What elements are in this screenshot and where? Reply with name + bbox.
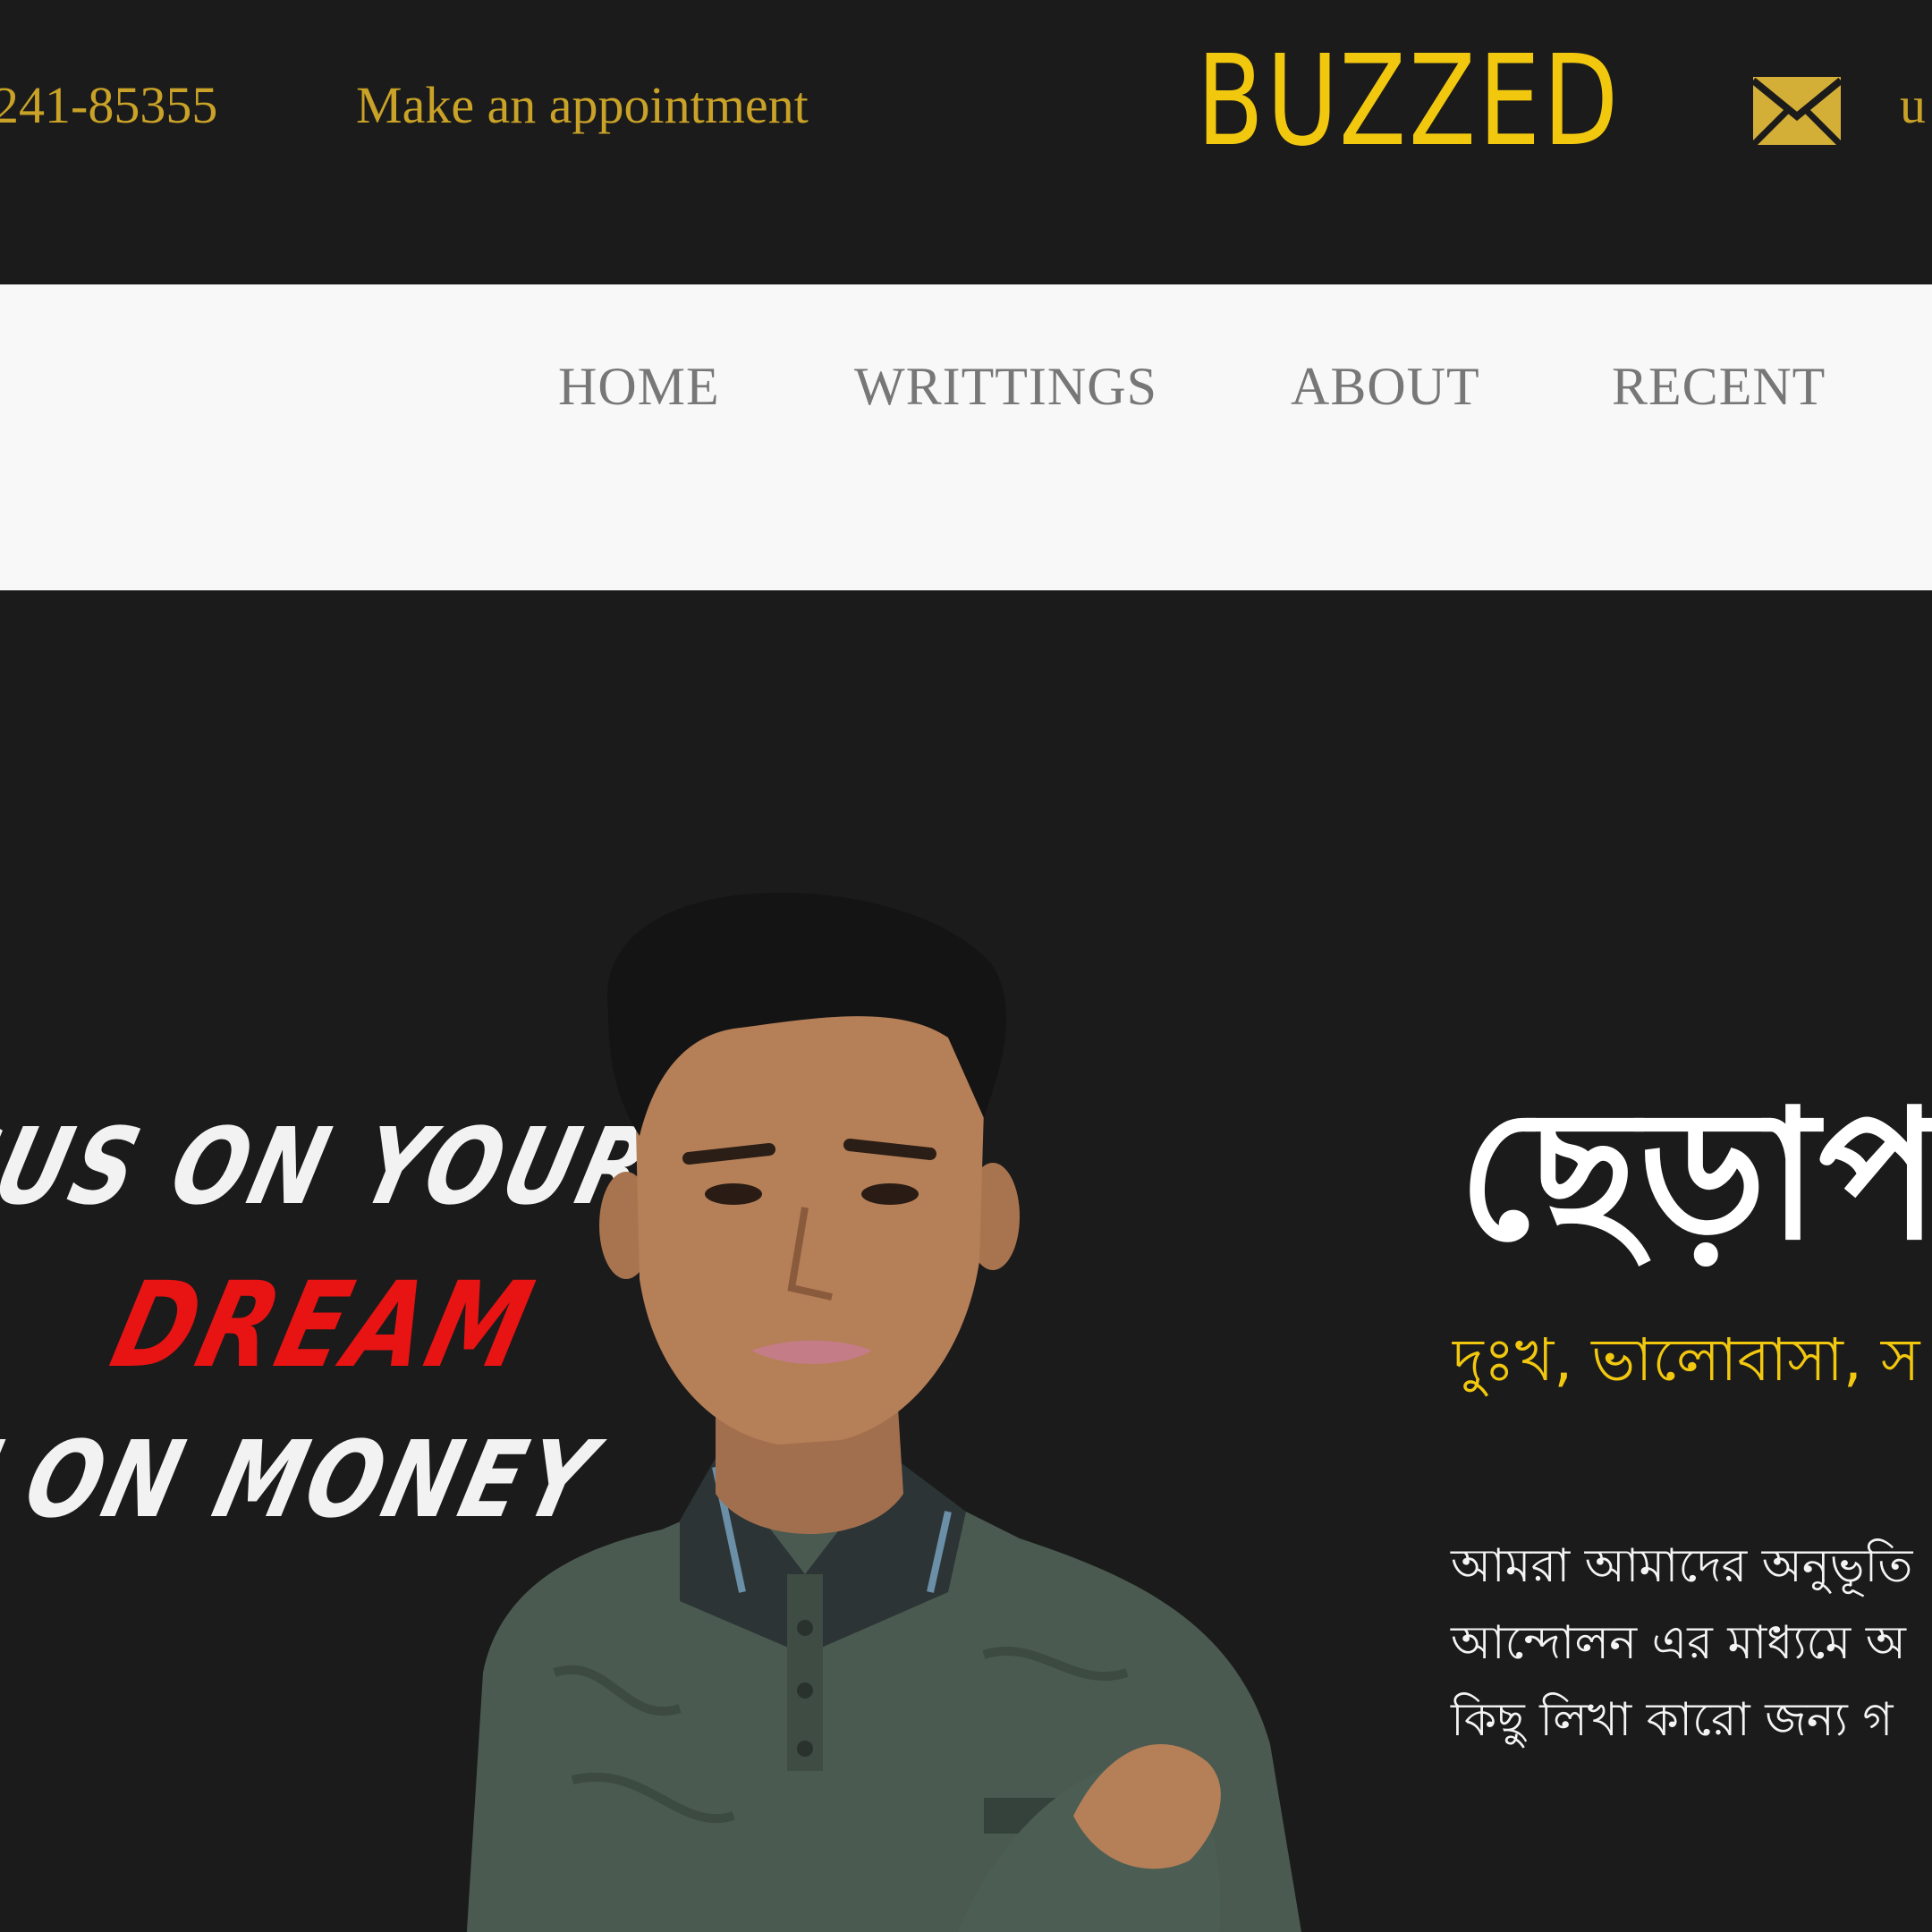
envelope-icon[interactable] bbox=[1753, 77, 1841, 145]
nav-item-about[interactable]: ABOUT bbox=[1291, 356, 1480, 418]
appointment-link[interactable]: Make an appointment bbox=[356, 75, 809, 135]
hero-paragraph-line: আমরা আমাদের অনুভূতি bbox=[1451, 1539, 1913, 1593]
nav-item-home[interactable]: HOME bbox=[558, 356, 720, 418]
brand-logo[interactable]: BUZZED bbox=[1197, 39, 1621, 165]
hero-paragraph: আমরা আমাদের অনুভূতি আন্দোলন এর মাধ্যমে অ… bbox=[1451, 1528, 1932, 1758]
phone-number: 241-85355 bbox=[0, 76, 218, 134]
page: 241-85355 Make an appointment BUZZED u H… bbox=[0, 0, 1932, 1932]
hero-title: ছেড়াপ bbox=[1458, 1072, 1932, 1280]
top-bar: 241-85355 Make an appointment BUZZED u bbox=[0, 0, 1932, 284]
hero-subtitle: দুঃখ, ভালোবাসা, স bbox=[1453, 1326, 1920, 1394]
nav-item-recent[interactable]: RECENT bbox=[1612, 356, 1826, 418]
main-nav: HOME WRITTINGS ABOUT RECENT bbox=[0, 284, 1932, 590]
nav-item-writtings[interactable]: WRITTINGS bbox=[854, 356, 1157, 418]
portrait-image bbox=[466, 893, 1301, 1932]
hero-section: CUS ON YOUR DREAM T ON MONEY ছেড়াপ দুঃখ… bbox=[0, 590, 1932, 1932]
email-link[interactable]: u bbox=[1900, 75, 1926, 135]
hero-paragraph-line: আন্দোলন এর মাধ্যমে অ bbox=[1451, 1616, 1906, 1670]
hero-paragraph-line: কিছু লিখা কারো জন্য গ bbox=[1451, 1693, 1894, 1747]
